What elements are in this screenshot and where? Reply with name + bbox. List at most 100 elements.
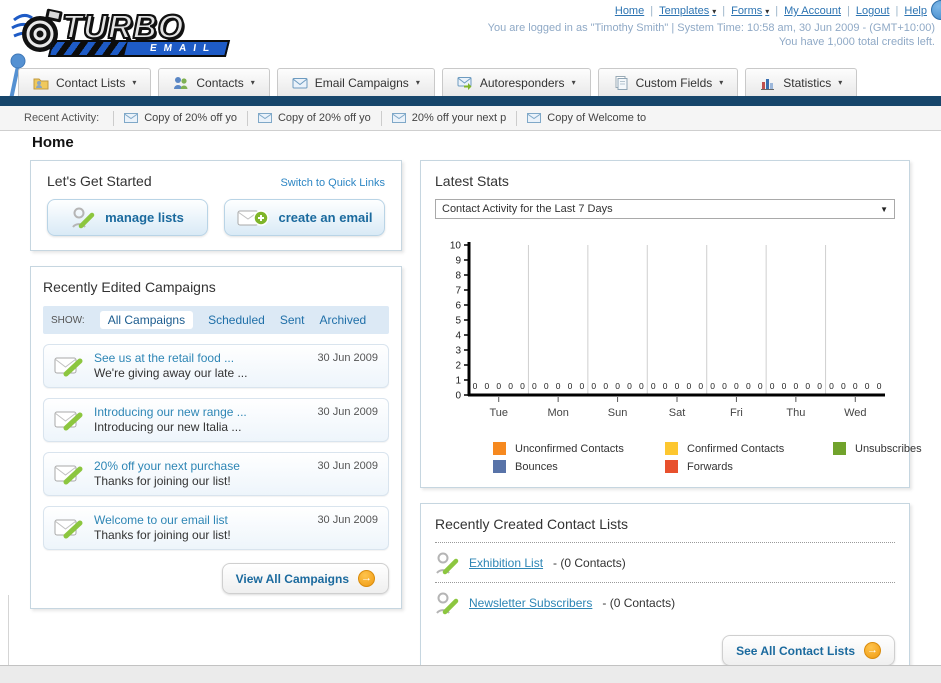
switch-to-quick-links[interactable]: Switch to Quick Links: [280, 177, 385, 189]
svg-text:0: 0: [746, 381, 751, 391]
view-all-campaigns-button[interactable]: View All Campaigns →: [221, 563, 389, 594]
legend-item: Unsubscribes: [833, 442, 922, 455]
create-email-button[interactable]: create an email: [224, 199, 385, 236]
arrow-circle-icon: →: [358, 570, 375, 587]
tab-contact-lists[interactable]: Contact Lists ▾: [18, 68, 152, 96]
recent-activity-text: Copy of 20% off yo: [277, 112, 371, 124]
campaign-title-link[interactable]: See us at the retail food ...: [94, 351, 247, 365]
legend-label: Bounces: [515, 460, 558, 473]
nav-home-link[interactable]: Home: [615, 5, 644, 17]
turbo-email-logo[interactable]: TURBO EMAIL: [10, 6, 250, 62]
nav-help-link[interactable]: Help: [904, 5, 927, 17]
page-edge-line: [8, 595, 9, 665]
contacts-people-icon: [174, 76, 188, 89]
svg-text:0: 0: [758, 381, 763, 391]
svg-text:0: 0: [817, 381, 822, 391]
svg-text:0: 0: [841, 381, 846, 391]
svg-text:0: 0: [770, 381, 775, 391]
tab-label: Autoresponders: [479, 75, 565, 90]
svg-text:0: 0: [675, 381, 680, 391]
campaign-row[interactable]: 20% off your next purchase Thanks for jo…: [43, 452, 389, 496]
stats-report-select[interactable]: Contact Activity for the Last 7 Days ▼: [435, 199, 895, 219]
contact-list-link[interactable]: Newsletter Subscribers: [469, 596, 592, 610]
manage-lists-button[interactable]: manage lists: [47, 199, 208, 236]
tab-label: Contacts: [196, 75, 244, 90]
chevron-down-icon: ▾: [132, 78, 137, 87]
svg-text:0: 0: [877, 381, 882, 391]
brand-stripes: [47, 42, 128, 57]
recent-activity-item[interactable]: Copy of Welcome to: [516, 110, 656, 126]
filter-archived[interactable]: Archived: [320, 313, 367, 327]
legend-swatch-icon: [493, 460, 506, 473]
svg-text:0: 0: [710, 381, 715, 391]
svg-text:0: 0: [793, 381, 798, 391]
filter-all-campaigns[interactable]: All Campaigns: [99, 311, 194, 329]
envelope-icon: [124, 113, 139, 123]
tab-email-campaigns[interactable]: Email Campaigns ▾: [276, 68, 435, 96]
email-envelope-icon: [292, 77, 308, 88]
see-all-contact-lists-button[interactable]: See All Contact Lists →: [722, 635, 895, 666]
nav-forms-link[interactable]: Forms ▾: [731, 5, 769, 17]
svg-text:Fri: Fri: [730, 407, 743, 419]
legend-swatch-icon: [493, 442, 506, 455]
nav-logout-link[interactable]: Logout: [856, 5, 890, 17]
credits-info: You have 1,000 total credits left.: [778, 36, 935, 48]
recent-activity-item[interactable]: 20% off your next p: [380, 110, 517, 126]
svg-text:0: 0: [651, 381, 656, 391]
campaign-subtitle: Introducing our new Italia ...: [94, 420, 242, 434]
person-pencil-icon: [436, 592, 459, 615]
campaign-row[interactable]: Welcome to our email list Thanks for joi…: [43, 506, 389, 550]
select-arrow-icon: ▼: [880, 204, 888, 214]
chevron-down-icon: ▾: [719, 78, 724, 87]
campaign-subtitle: Thanks for joining our list!: [94, 474, 231, 488]
svg-text:0: 0: [603, 381, 608, 391]
contact-list-link[interactable]: Exhibition List: [469, 556, 543, 570]
tab-custom-fields[interactable]: Custom Fields ▾: [597, 68, 739, 96]
page-title: Home: [32, 134, 74, 151]
svg-text:4: 4: [455, 331, 461, 342]
brand-banner: EMAIL: [47, 40, 231, 57]
campaign-date: 30 Jun 2009: [317, 406, 378, 418]
legend-item: Forwards: [665, 460, 833, 473]
nav-my-account-link[interactable]: My Account: [784, 5, 841, 17]
campaign-row[interactable]: See us at the retail food ... We're givi…: [43, 344, 389, 388]
svg-text:0: 0: [520, 381, 525, 391]
campaign-title-link[interactable]: Introducing our new range ...: [94, 405, 247, 419]
svg-text:0: 0: [568, 381, 573, 391]
envelope-icon: [257, 113, 272, 123]
envelope-pencil-icon: [54, 519, 83, 538]
get-started-title: Let's Get Started: [47, 173, 152, 189]
filter-scheduled[interactable]: Scheduled: [208, 313, 265, 327]
legend-item: Confirmed Contacts: [665, 442, 833, 455]
legend-swatch-icon: [833, 442, 846, 455]
envelope-plus-icon: [237, 209, 269, 226]
help-bubble-icon[interactable]: [931, 0, 941, 20]
legend-label: Unsubscribes: [855, 442, 922, 455]
turbo-email-home-page: TURBO EMAIL Home | Templates ▾ | Forms ▾ |…: [0, 0, 941, 683]
campaigns-panel-title: Recently Edited Campaigns: [43, 279, 216, 295]
recent-activity-item[interactable]: Copy of 20% off yo: [113, 110, 247, 126]
svg-text:0: 0: [687, 381, 692, 391]
tab-contacts[interactable]: Contacts ▾: [158, 68, 270, 96]
nav-separator: |: [722, 5, 726, 17]
custom-fields-pages-icon: [615, 75, 628, 90]
legend-label: Unconfirmed Contacts: [515, 442, 624, 455]
tab-statistics[interactable]: Statistics ▾: [745, 68, 858, 96]
campaign-row[interactable]: Introducing our new range ... Introducin…: [43, 398, 389, 442]
nav-templates-link[interactable]: Templates ▾: [659, 5, 716, 17]
contact-list-count: - (0 Contacts): [553, 556, 626, 570]
person-pencil-icon: [72, 207, 95, 228]
filter-sent[interactable]: Sent: [280, 313, 305, 327]
contact-activity-chart: 0 1 2 3 4 5 6 7 8 9 10 0 0 0 0 0 Tue 0 0 0 0 0 Mon 0 0 0 0 0 Sun 0 0 0 0…: [435, 235, 895, 438]
tab-autoresponders[interactable]: Autoresponders ▾: [441, 68, 591, 96]
campaign-title-link[interactable]: Welcome to our email list: [94, 513, 231, 527]
recently-edited-campaigns-panel: Recently Edited Campaigns SHOW: All Camp…: [30, 266, 402, 609]
person-pencil-icon: [436, 552, 459, 575]
envelope-icon: [527, 113, 542, 123]
right-column: Latest Stats Contact Activity for the La…: [420, 160, 922, 683]
recent-activity-text: Copy of Welcome to: [547, 112, 647, 124]
recent-activity-item[interactable]: Copy of 20% off yo: [246, 110, 381, 126]
campaign-title-link[interactable]: 20% off your next purchase: [94, 459, 240, 473]
chevron-down-icon: ▾: [712, 6, 717, 16]
nav-separator: |: [775, 5, 779, 17]
